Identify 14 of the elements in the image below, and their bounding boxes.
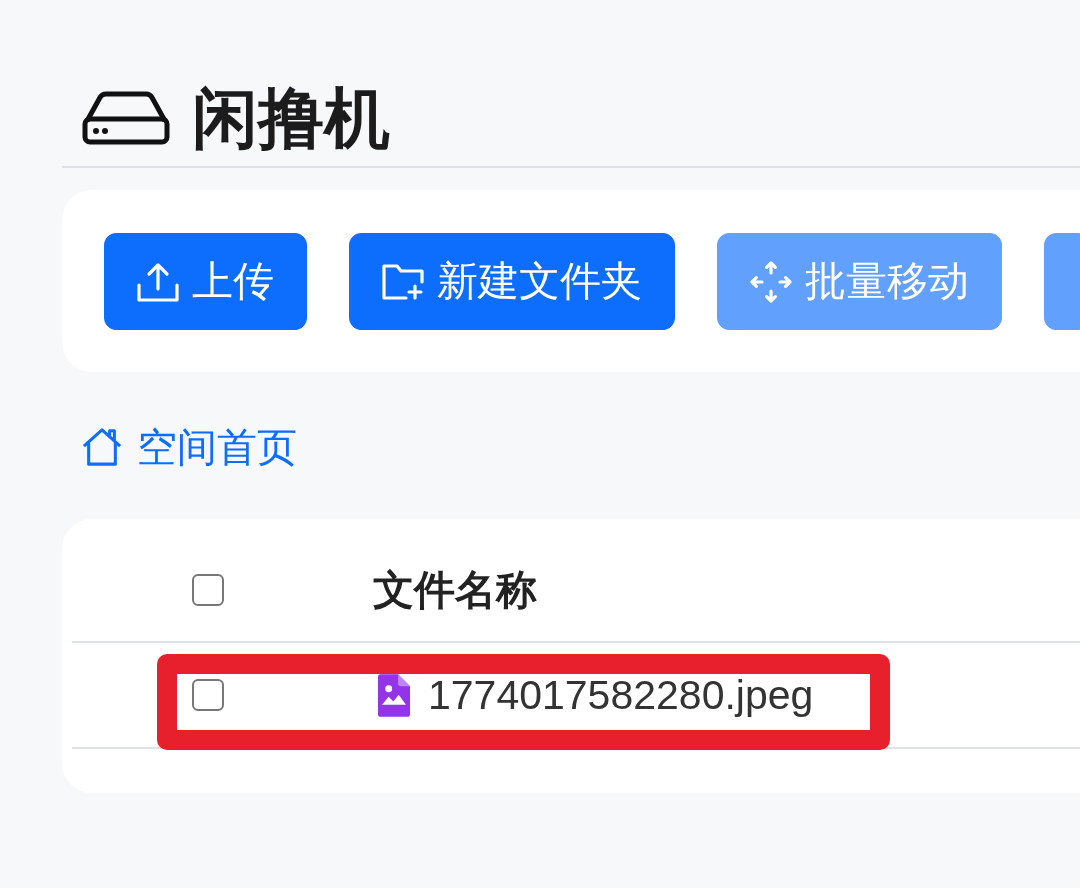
home-icon (82, 427, 122, 467)
folder-plus-icon (382, 261, 424, 302)
image-file-icon (378, 673, 410, 717)
move-arrows-icon (750, 260, 792, 303)
select-all-checkbox[interactable] (192, 574, 224, 606)
drive-icon (82, 91, 170, 145)
upload-button[interactable]: 上传 (104, 233, 307, 330)
column-header: 文件名称 (373, 567, 537, 613)
home-link[interactable]: 空间首页 (82, 423, 297, 471)
page-title: 闲撸机 (192, 80, 390, 157)
file-name[interactable]: 1774017582280.jpeg (428, 670, 814, 720)
new-folder-button[interactable]: 新建文件夹 (349, 233, 675, 330)
upload-icon (137, 261, 179, 302)
row-checkbox[interactable] (192, 679, 224, 711)
